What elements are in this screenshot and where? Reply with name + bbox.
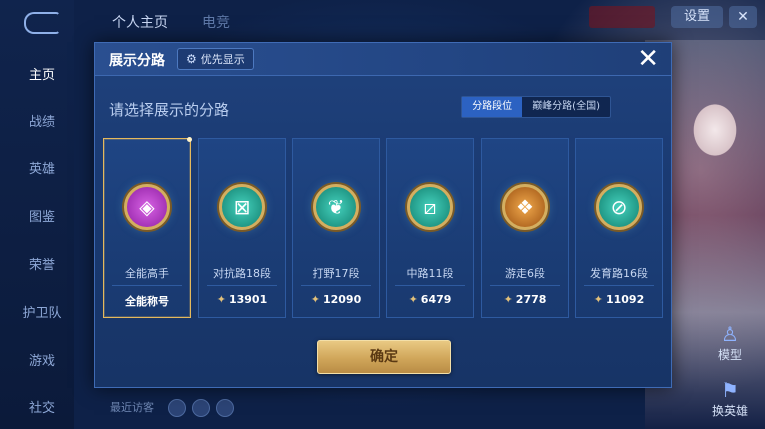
mid-lane-emblem-icon: ⧄ <box>407 184 453 230</box>
divider <box>112 285 182 286</box>
sidebar-item-guard[interactable]: 护卫队 <box>0 302 84 321</box>
avatar[interactable] <box>192 399 210 417</box>
lane-card-list: ◈ 全能高手 全能称号 ⊠ 对抗路18段 ✦ 13901 ❦ 打野17段 ✦ 120… <box>103 137 663 320</box>
divider <box>301 285 371 286</box>
figure-icon: ♙ <box>721 322 739 346</box>
close-icon[interactable]: ✕ <box>729 6 757 28</box>
lane-card-score-value: 11092 <box>605 293 645 306</box>
sidebar-item-home[interactable]: 主页 <box>0 64 84 83</box>
back-icon[interactable] <box>24 12 60 34</box>
sidebar-item-codex[interactable]: 图鉴 <box>0 206 84 225</box>
lane-card-clash[interactable]: ⊠ 对抗路18段 ✦ 13901 <box>198 138 286 318</box>
lane-display-dialog: 展示分路 ⚙ 优先显示 ✕ 请选择展示的分路 分路段位 巅峰分路(全国) ◈ 全… <box>94 42 672 388</box>
confirm-button[interactable]: 确定 <box>317 340 451 374</box>
lane-card-score: 全能称号 <box>125 295 169 308</box>
clash-lane-emblem-icon: ⊠ <box>219 184 265 230</box>
gear-icon: ⚙ <box>186 52 197 66</box>
lane-card-score-value: 12090 <box>322 293 362 306</box>
dialog-title: 展示分路 <box>109 53 165 69</box>
tab-esports[interactable]: 电竞 <box>202 12 230 32</box>
divider <box>490 285 560 286</box>
model-button-label: 模型 <box>717 348 742 362</box>
dialog-subtitle: 请选择展示的分路 <box>109 101 230 119</box>
rank-star-icon: ✦ <box>216 293 226 306</box>
selected-marker <box>187 137 192 142</box>
allround-emblem-icon: ◈ <box>124 184 170 230</box>
tab-lane-rank[interactable]: 分路段位 <box>462 97 523 117</box>
dialog-header: 展示分路 ⚙ 优先显示 ✕ <box>95 43 671 76</box>
lane-card-roam[interactable]: ❖ 游走6段 ✦ 2778 <box>481 138 569 318</box>
jungle-emblem-icon: ❦ <box>313 184 359 230</box>
close-icon[interactable]: ✕ <box>637 43 659 75</box>
rank-star-icon: ✦ <box>408 293 418 306</box>
lane-card-score: ✦ 12090 <box>293 293 379 306</box>
lane-card-name: 中路11段 <box>406 267 454 280</box>
avatar[interactable] <box>216 399 234 417</box>
rank-star-icon: ✦ <box>593 293 603 306</box>
lane-card-mid[interactable]: ⧄ 中路11段 ✦ 6479 <box>386 138 474 318</box>
sidebar-item-record[interactable]: 战绩 <box>0 111 84 130</box>
recent-visitors-label: 最近访客 <box>110 401 154 414</box>
lane-card-score-value: 6479 <box>420 293 452 306</box>
hero-swap-icon: ⚑ <box>721 378 739 402</box>
lane-card-score: ✦ 2778 <box>482 293 568 306</box>
lane-card-score: ✦ 6479 <box>387 293 473 306</box>
lane-card-jungle[interactable]: ❦ 打野17段 ✦ 12090 <box>292 138 380 318</box>
lane-card-score: ✦ 11092 <box>576 293 662 306</box>
lane-card-allround[interactable]: ◈ 全能高手 全能称号 <box>103 137 192 318</box>
lane-mode-toggle: 分路段位 巅峰分路(全国) <box>461 96 611 118</box>
lane-card-name: 对抗路18段 <box>213 267 271 280</box>
switch-hero-label: 换英雄 <box>711 404 748 418</box>
lane-card-name: 全能高手 <box>125 267 169 280</box>
switch-hero-button[interactable]: ⚑ 换英雄 <box>705 378 755 419</box>
farm-lane-emblem-icon: ⊘ <box>596 184 642 230</box>
vip-badge <box>589 6 655 28</box>
lane-card-name: 发育路16段 <box>590 267 648 280</box>
model-button[interactable]: ♙ 模型 <box>705 322 755 363</box>
divider <box>395 285 465 286</box>
divider <box>584 285 654 286</box>
avatar[interactable] <box>168 399 186 417</box>
sidebar-item-social[interactable]: 社交 <box>0 397 84 416</box>
lane-card-name: 游走6段 <box>505 267 545 280</box>
lane-card-farm[interactable]: ⊘ 发育路16段 ✦ 11092 <box>575 138 663 318</box>
lane-card-score: ✦ 13901 <box>199 293 285 306</box>
divider <box>207 285 277 286</box>
sidebar-item-heroes[interactable]: 英雄 <box>0 158 84 177</box>
roam-emblem-icon: ❖ <box>502 184 548 230</box>
lane-card-score-value: 2778 <box>515 293 547 306</box>
tab-profile[interactable]: 个人主页 <box>112 12 168 32</box>
rank-star-icon: ✦ <box>310 293 320 306</box>
sidebar-item-honor[interactable]: 荣誉 <box>0 254 84 273</box>
lane-card-score-value: 13901 <box>228 293 268 306</box>
settings-button[interactable]: 设置 <box>671 6 723 28</box>
priority-display-label: 优先显示 <box>200 53 245 66</box>
visitor-avatars[interactable] <box>168 399 234 417</box>
rank-star-icon: ✦ <box>503 293 513 306</box>
sidebar-item-games[interactable]: 游戏 <box>0 350 84 369</box>
priority-display-button[interactable]: ⚙ 优先显示 <box>177 48 254 70</box>
lane-card-name: 打野17段 <box>312 267 360 280</box>
tab-peak-lane[interactable]: 巅峰分路(全国) <box>522 97 610 117</box>
